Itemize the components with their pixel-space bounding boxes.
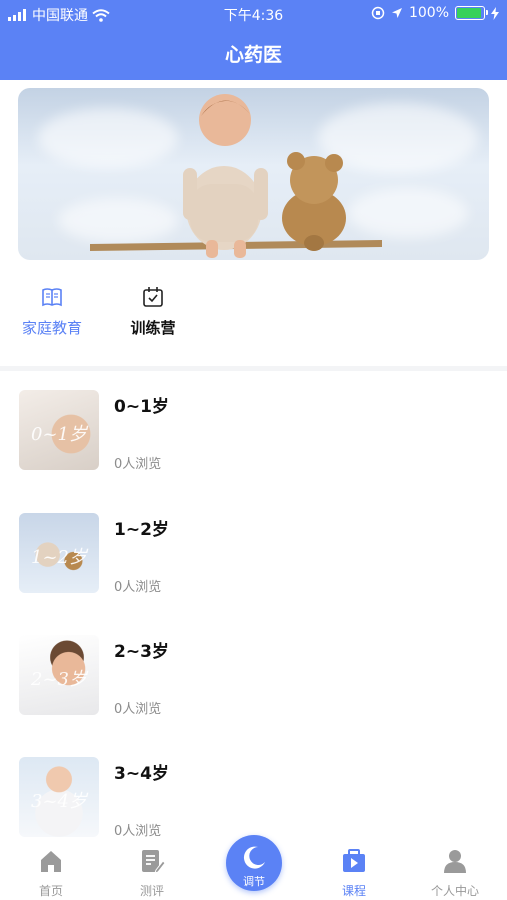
section-divider bbox=[0, 366, 507, 371]
svg-text:z: z bbox=[257, 850, 262, 859]
tab-training-camp[interactable]: 训练营 bbox=[108, 285, 198, 338]
location-icon bbox=[391, 8, 402, 18]
list-item[interactable]: 1~2岁 1~2岁 0人浏览 bbox=[0, 513, 507, 623]
view-count: 0人浏览 bbox=[114, 580, 162, 595]
course-title: 1~2岁 bbox=[114, 520, 169, 540]
tabbar-adjust[interactable]: z 调节 bbox=[226, 835, 282, 891]
book-icon bbox=[42, 288, 62, 307]
tabbar-label: 首页 bbox=[38, 884, 63, 898]
course-thumbnail: 2~3岁 bbox=[19, 635, 99, 715]
tabbar-label: 调节 bbox=[243, 875, 265, 888]
edit-note-icon bbox=[142, 850, 166, 874]
charging-icon bbox=[491, 6, 499, 20]
tabbar-label: 个人中心 bbox=[430, 884, 479, 898]
thumbnail-caption: 0~1岁 bbox=[31, 424, 87, 445]
user-icon bbox=[444, 850, 466, 873]
calendar-check-icon bbox=[143, 287, 163, 307]
tabbar-assessment[interactable]: 测评 bbox=[112, 848, 192, 899]
tab-family-education[interactable]: 家庭教育 bbox=[7, 285, 97, 338]
category-tabs: 家庭教育 训练营 bbox=[0, 285, 507, 355]
status-bar: 中国联通 下午4:36 100% bbox=[0, 0, 507, 26]
tabbar-course[interactable]: 课程 bbox=[314, 848, 394, 899]
header: 中国联通 下午4:36 100% 心药医 bbox=[0, 0, 507, 80]
list-item[interactable]: 0~1岁 0~1岁 0人浏览 bbox=[0, 390, 507, 500]
tab-label: 家庭教育 bbox=[21, 319, 82, 337]
tabbar-label: 测评 bbox=[139, 884, 164, 898]
thumbnail-caption: 1~2岁 bbox=[31, 547, 87, 568]
view-count: 0人浏览 bbox=[114, 702, 162, 717]
thumbnail-caption: 3~4岁 bbox=[31, 791, 87, 812]
tabbar-profile[interactable]: 个人中心 bbox=[415, 848, 495, 899]
tab-label: 训练营 bbox=[130, 319, 176, 337]
course-title: 2~3岁 bbox=[114, 642, 169, 662]
battery-percent: 100% bbox=[408, 5, 449, 21]
banner-image[interactable] bbox=[18, 88, 489, 260]
course-thumbnail: 3~4岁 bbox=[19, 757, 99, 837]
course-title: 0~1岁 bbox=[114, 397, 169, 417]
course-thumbnail: 1~2岁 bbox=[19, 513, 99, 593]
course-video-icon bbox=[343, 849, 365, 872]
list-item[interactable]: 2~3岁 2~3岁 0人浏览 bbox=[0, 635, 507, 745]
orientation-lock-icon bbox=[371, 6, 385, 20]
home-icon bbox=[41, 851, 61, 872]
course-title: 3~4岁 bbox=[114, 764, 169, 784]
moon-icon: z bbox=[243, 846, 265, 869]
view-count: 0人浏览 bbox=[114, 824, 162, 839]
tabbar-label: 课程 bbox=[341, 884, 366, 898]
tabbar-home[interactable]: 首页 bbox=[11, 848, 91, 899]
page-title: 心药医 bbox=[224, 44, 282, 66]
thumbnail-caption: 2~3岁 bbox=[31, 669, 87, 690]
view-count: 0人浏览 bbox=[114, 457, 162, 472]
course-thumbnail: 0~1岁 bbox=[19, 390, 99, 470]
baby-and-teddy-illustration bbox=[90, 94, 382, 258]
app-screen: 中国联通 下午4:36 100% 心药医 家庭教育 训练营 0~1岁 0~1岁 … bbox=[0, 0, 507, 900]
battery-icon bbox=[455, 6, 488, 20]
